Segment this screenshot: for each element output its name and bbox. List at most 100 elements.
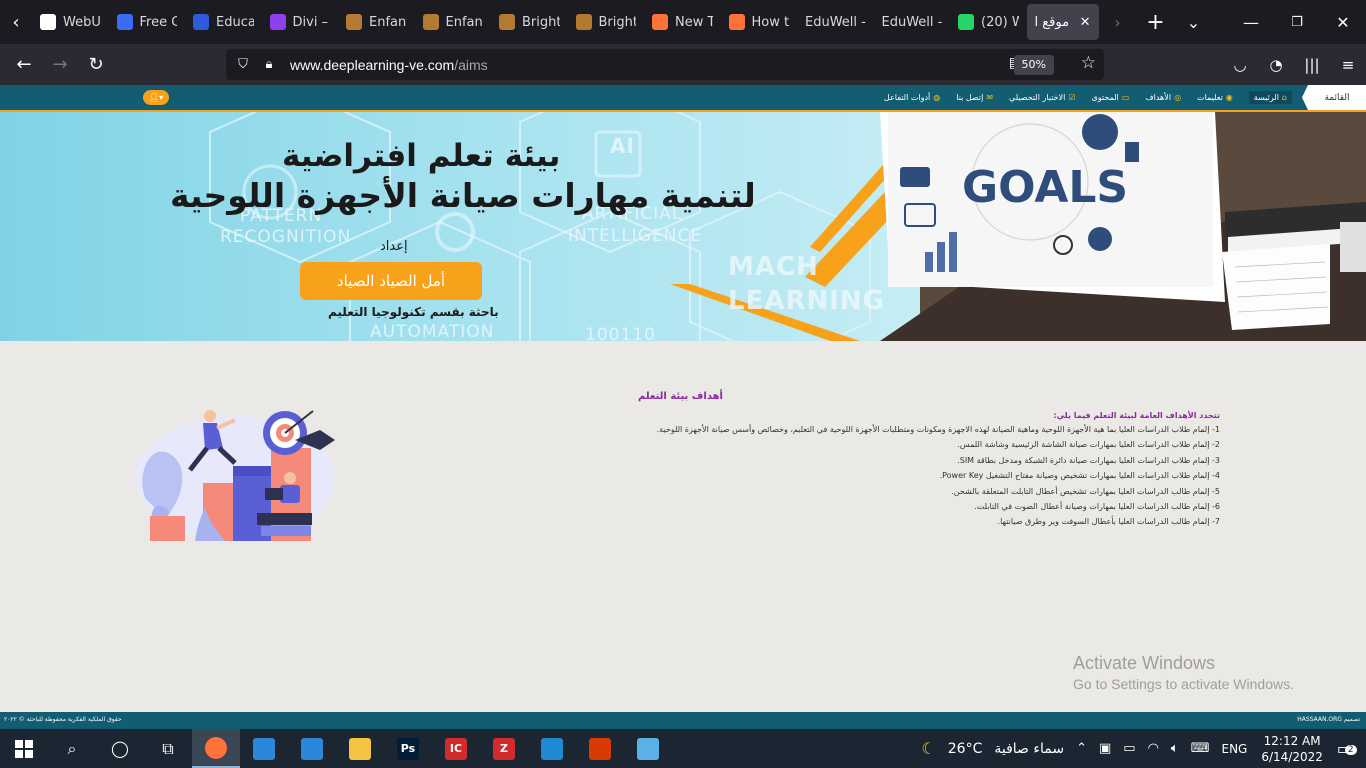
banner-bg-word: 100110 [585, 325, 656, 341]
library-icon[interactable]: ||| [1294, 49, 1330, 81]
windows-logo-icon [15, 739, 33, 758]
tab-scroll-left-icon[interactable]: ‹ [0, 0, 32, 44]
taskbar-app-photoshop[interactable]: Ps [384, 729, 432, 768]
goal-item: 3- إلمام طلاب الدراسات العليا بمهارات صي… [957, 455, 1220, 465]
tab-title: How t [751, 14, 790, 30]
account-icon[interactable]: ◔ [1258, 49, 1294, 81]
weather-temperature[interactable]: 26°C [942, 729, 989, 768]
tab[interactable]: How t [721, 4, 798, 40]
tab[interactable]: Divi – [262, 4, 339, 40]
whatsapp-icon [958, 14, 974, 30]
weather-text[interactable]: سماء صافية [988, 729, 1070, 768]
nav-item-label: تعليمات [1197, 93, 1223, 102]
meet-now-icon[interactable]: ▣ [1093, 729, 1117, 768]
taskbar-app-paint[interactable] [624, 729, 672, 768]
taskbar-app-ic-app[interactable]: IC [432, 729, 480, 768]
goal-item: 4- إلمام طلاب الدراسات العليا بمهارات تش… [939, 471, 1220, 481]
search-button[interactable]: ⌕ [48, 729, 96, 768]
tab[interactable]: Bright [491, 4, 568, 40]
taskbar-app-mail[interactable] [288, 729, 336, 768]
banner-bg-word: RECOGNITION [220, 227, 352, 247]
lock-icon[interactable]: 🔒︎ [256, 57, 282, 72]
clock[interactable]: 12:12 AM 6/14/2022 [1253, 733, 1331, 765]
tab[interactable]: Enfant [415, 4, 492, 40]
taskbar-app-pickit[interactable]: Z [480, 729, 528, 768]
tab-title: Free C [139, 14, 178, 30]
hamburger-menu-icon[interactable]: ≡ [1330, 49, 1366, 81]
back-button[interactable]: ← [6, 49, 42, 81]
minimize-window-icon[interactable]: — [1228, 0, 1274, 44]
url-text[interactable]: www.deeplearning-ve.com/aims [290, 57, 488, 73]
tab-title: New T [675, 14, 713, 30]
tab-title: Divi – [292, 14, 329, 30]
nav-item-2[interactable]: ◎ الأهداف [1145, 93, 1181, 102]
tab-title: Enfant [445, 14, 484, 30]
clock-time: 12:12 AM [1263, 733, 1321, 748]
show-hidden-icons-icon[interactable]: ⌃ [1070, 729, 1093, 768]
tab[interactable]: WebU [32, 4, 109, 40]
tab[interactable]: New T [644, 4, 721, 40]
list-all-tabs-icon[interactable]: ⌄ [1175, 0, 1213, 44]
battery-icon[interactable]: ▭ [1117, 729, 1141, 768]
nav-item-5[interactable]: ✉ إتصل بنا [956, 93, 993, 102]
notifications-button[interactable]: ▭ 2 [1331, 729, 1366, 768]
goal-item: 2- إلمام طلاب الدراسات العليا بمهارات صي… [957, 440, 1220, 450]
laptop-icon: ▭ [1121, 93, 1130, 102]
nav-item-4[interactable]: ☑ الاختبار التحصيلي [1009, 93, 1075, 102]
site-footer: حقوق الملكية الفكرية محفوظة للباحثة © ٢٠… [0, 712, 1366, 729]
target-icon: ◎ [1174, 93, 1182, 102]
system-tray: ☾ 26°C سماء صافية ⌃ ▣ ▭ ◠ 🔈︎ ⌨ ENG 12:12… [915, 729, 1366, 768]
nav-item-label: المحتوى [1091, 93, 1119, 102]
close-tab-icon[interactable]: ✕ [1080, 15, 1091, 30]
main-content: أهداف بيئة التعلم تتحدد الأهداف العامة ل… [0, 341, 1366, 712]
tab[interactable]: EduWell - [874, 4, 951, 40]
bookmark-star-icon[interactable]: ☆ [1081, 53, 1096, 73]
close-window-icon[interactable]: ✕ [1320, 0, 1366, 44]
restore-window-icon[interactable]: ❐ [1274, 0, 1320, 44]
zoom-level-button[interactable]: 50% [1013, 55, 1054, 75]
footer-credit[interactable]: تصميم HASSAAN.ORG [1297, 716, 1360, 723]
office-icon [589, 737, 611, 760]
cortana-button[interactable]: ◯ [96, 729, 144, 768]
taskbar-app-firefox[interactable] [192, 729, 240, 768]
goals-word: GOALS [962, 162, 1128, 213]
start-button[interactable] [0, 729, 48, 768]
tab[interactable]: Educa [185, 4, 262, 40]
moon-weather-icon[interactable]: ☾ [915, 729, 941, 768]
new-tab-button[interactable]: + [1137, 0, 1175, 44]
address-bar[interactable]: ⛉ 🔒︎ www.deeplearning-ve.com/aims ▤ 50% … [226, 49, 1104, 80]
user-button[interactable]: 👤︎▾ [143, 90, 169, 105]
nav-item-0[interactable]: ⌂ الرئيسة [1248, 91, 1292, 104]
mail-icon: ✉ [986, 93, 994, 102]
taskbar-app-explorer[interactable] [336, 729, 384, 768]
nav-item-3[interactable]: ▭ المحتوى [1092, 93, 1130, 102]
tab-active[interactable]: موقع ا ✕ [1026, 4, 1099, 40]
tab[interactable]: EduWell - [797, 4, 874, 40]
task-view-button[interactable]: ⧉ [144, 729, 192, 768]
touch-keyboard-icon[interactable]: ⌨ [1185, 729, 1216, 768]
tab[interactable]: Free C [109, 4, 186, 40]
goal-item: 5- إلمام طالب الدراسات العليا بمهارات تش… [951, 486, 1220, 496]
taskbar-app-vscode[interactable] [528, 729, 576, 768]
menu-chevron-icon [1300, 85, 1314, 110]
pocket-icon[interactable]: ◡ [1222, 49, 1258, 81]
nav-item-6[interactable]: ◍ أدوات التفاعل [884, 93, 940, 102]
nav-item-1[interactable]: ◉ تعليمات [1197, 93, 1233, 102]
menu-label[interactable]: القائمة [1308, 85, 1366, 110]
tab[interactable]: Enfant [338, 4, 415, 40]
volume-icon[interactable]: 🔈︎ [1165, 729, 1185, 768]
banner-prepared-by: إعداد [380, 239, 408, 254]
clock-date: 6/14/2022 [1261, 749, 1323, 764]
tab-scroll-right-icon[interactable]: › [1099, 0, 1137, 44]
forward-button[interactable]: → [42, 49, 78, 81]
wifi-icon[interactable]: ◠ [1142, 729, 1165, 768]
tab[interactable]: Bright [568, 4, 645, 40]
check-icon: ☑ [1068, 93, 1076, 102]
reload-button[interactable]: ↻ [78, 49, 114, 81]
user-icon: 👤︎▾ [148, 93, 164, 102]
taskbar-app-store[interactable] [240, 729, 288, 768]
taskbar-app-office[interactable] [576, 729, 624, 768]
shield-icon[interactable]: ⛉ [230, 57, 256, 72]
language-indicator[interactable]: ENG [1215, 729, 1253, 768]
tab[interactable]: (20) W [950, 4, 1027, 40]
